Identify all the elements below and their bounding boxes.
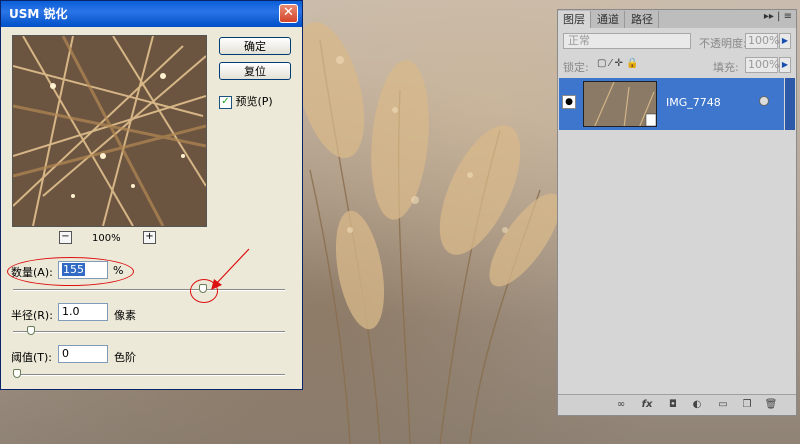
threshold-slider-thumb[interactable] — [13, 369, 21, 378]
fill-input[interactable]: 100% — [745, 57, 779, 73]
lock-label: 锁定: — [563, 61, 589, 74]
dialog-titlebar[interactable]: USM 锐化 ✕ — [1, 1, 302, 27]
lock-row: 锁定: ▢ ⁄ ✛ 🔒 填充: 100% ▶ — [561, 57, 793, 75]
blend-row: 正常 不透明度: 100% ▶ — [561, 33, 793, 51]
radius-slider-thumb[interactable] — [27, 326, 35, 335]
blend-mode-select[interactable]: 正常 — [563, 33, 691, 49]
annotation-ellipse-amount — [7, 257, 134, 286]
preview-checkbox[interactable]: ✓ — [219, 95, 232, 109]
close-button[interactable]: ✕ — [279, 4, 298, 23]
layer-row[interactable]: ● IMG_7748 — [559, 78, 784, 130]
panel-bottom-bar: ∞ fx ◘ ◐ ▭ ❐ 🗑 — [558, 394, 796, 415]
trash-icon[interactable]: 🗑 — [764, 398, 778, 411]
tab-channels[interactable]: 通道 — [592, 11, 625, 28]
usm-sharpen-dialog: USM 锐化 ✕ − 100% + 确定 复位 ✓ 预览(P) 数量(A): 1… — [0, 0, 303, 390]
zoom-out-button[interactable]: − — [59, 231, 72, 244]
fill-arrow-icon[interactable]: ▶ — [779, 57, 791, 73]
threshold-unit: 色阶 — [114, 351, 136, 364]
thumbnail-graphic — [584, 82, 656, 126]
radius-slider-track[interactable] — [13, 331, 285, 333]
visibility-eye-icon[interactable]: ● — [562, 95, 576, 109]
reset-button[interactable]: 复位 — [219, 62, 291, 80]
preview-checkbox-row[interactable]: ✓ 预览(P) — [219, 93, 273, 109]
dialog-title: USM 锐化 — [9, 7, 68, 21]
zoom-in-button[interactable]: + — [143, 231, 156, 244]
new-layer-icon[interactable]: ❐ — [740, 398, 754, 411]
opacity-label: 不透明度: — [699, 37, 747, 50]
zoom-level: 100% — [92, 233, 121, 244]
layers-scrollbar[interactable] — [785, 78, 795, 130]
opacity-input[interactable]: 100% — [745, 33, 779, 49]
threshold-label: 阈值(T): — [11, 351, 53, 364]
tab-paths[interactable]: 路径 — [626, 11, 659, 28]
layers-panel: 图层 通道 路径 ▸▸ | ≡ 正常 不透明度: 100% ▶ 锁定: ▢ ⁄ … — [557, 9, 797, 416]
threshold-slider-track[interactable] — [13, 374, 285, 376]
layer-thumbnail — [583, 81, 657, 127]
preview-reeds-graphic — [13, 36, 206, 226]
fx-icon[interactable]: fx — [640, 398, 654, 411]
ok-button[interactable]: 确定 — [219, 37, 291, 55]
preview-image[interactable] — [12, 35, 207, 227]
preview-label: 预览(P) — [235, 95, 273, 108]
zoom-controls: − 100% + — [59, 231, 159, 245]
mask-icon[interactable]: ◘ — [666, 398, 680, 411]
group-icon[interactable]: ▭ — [716, 398, 730, 411]
tab-layers[interactable]: 图层 — [558, 11, 591, 28]
panel-menu-icon[interactable]: ▸▸ | ≡ — [764, 11, 792, 22]
radius-input[interactable]: 1.0 — [58, 303, 108, 321]
adjustment-icon[interactable]: ◐ — [690, 398, 704, 411]
radius-unit: 像素 — [114, 309, 136, 322]
panel-tabs: 图层 通道 路径 ▸▸ | ≡ — [558, 10, 796, 28]
lock-icons[interactable]: ▢ ⁄ ✛ 🔒 — [597, 58, 638, 69]
opacity-arrow-icon[interactable]: ▶ — [779, 33, 791, 49]
radius-label: 半径(R): — [11, 309, 53, 322]
layer-name[interactable]: IMG_7748 — [666, 96, 721, 109]
fill-label: 填充: — [713, 61, 739, 74]
link-icon[interactable]: ∞ — [614, 398, 628, 411]
smart-filter-icon[interactable] — [759, 96, 769, 106]
threshold-input[interactable]: 0 — [58, 345, 108, 363]
annotation-arrow — [211, 248, 250, 290]
